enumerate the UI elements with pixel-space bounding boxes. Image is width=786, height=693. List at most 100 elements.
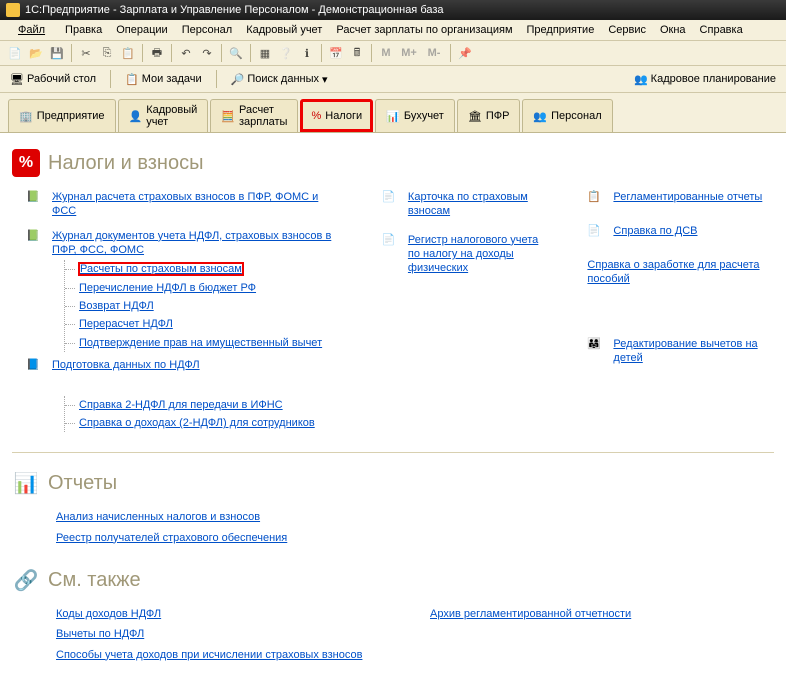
pfr-icon: 🏛 — [468, 110, 482, 123]
abacus-icon: 📊 — [386, 110, 400, 123]
copy-icon[interactable]: ⎘ — [98, 44, 116, 62]
link-ndfl-return[interactable]: Возврат НДФЛ — [79, 300, 154, 312]
menu-service[interactable]: Сервис — [602, 22, 652, 38]
tab-accounting[interactable]: 📊 Бухучет — [375, 99, 455, 132]
tab-personnel[interactable]: 👥 Персонал — [522, 99, 612, 132]
link-reg-reports[interactable]: Регламентированные отчеты — [613, 190, 762, 204]
toolbar: 📄 📂 💾 ✂ ⎘ 📋 🖶 ↶ ↷ 🔍 ▦ ❔ ℹ 📅 🖩 M M+ M- 📌 — [0, 41, 786, 66]
link-ndfl-journal[interactable]: Журнал документов учета НДФЛ, страховых … — [52, 229, 338, 258]
menu-windows[interactable]: Окна — [654, 22, 692, 38]
section-tabs: 🏢 Предприятие 👤Кадровыйучет 🧮 Расчетзарпла… — [0, 93, 786, 133]
doc-icon: 📄 — [587, 224, 607, 244]
building-icon: 🏢 — [19, 110, 33, 123]
grid-icon[interactable]: ▦ — [256, 44, 274, 62]
link-ndfl-prep[interactable]: Подготовка данных по НДФЛ — [52, 358, 200, 372]
section-taxes-title: % Налоги и взносы — [12, 149, 774, 177]
help-icon[interactable]: ❔ — [277, 44, 295, 62]
toolbar-secondary: 🖥 Рабочий стол 📋 Мои задачи 🔎 Поиск данн… — [0, 66, 786, 93]
section-reports-title: 📊 Отчеты — [12, 469, 774, 497]
tab-payroll[interactable]: 🧮 Расчетзарплаты — [210, 99, 298, 132]
search-icon[interactable]: 🔍 — [227, 44, 245, 62]
search-data-icon: 🔎 — [231, 73, 245, 86]
print-icon[interactable]: 🖶 — [148, 44, 166, 62]
save-icon[interactable]: 💾 — [48, 44, 66, 62]
separator — [216, 70, 217, 88]
tab-label: Расчетзарплаты — [239, 104, 287, 128]
cut-icon[interactable]: ✂ — [77, 44, 95, 62]
link-income-methods[interactable]: Способы учета доходов при исчислении стр… — [56, 649, 362, 661]
journal-icon: 📗 — [26, 190, 46, 210]
tab-pfr[interactable]: 🏛ПФР — [457, 99, 521, 132]
new-icon[interactable]: 📄 — [6, 44, 24, 62]
app-logo — [6, 3, 20, 17]
separator — [321, 44, 322, 62]
calc-icon: 🧮 — [221, 110, 235, 123]
link-report-archive[interactable]: Архив регламентированной отчетности — [430, 608, 631, 620]
separator — [250, 44, 251, 62]
menu-help[interactable]: Справка — [694, 22, 749, 38]
dropdown-icon: ▾ — [322, 73, 328, 86]
menu-hr[interactable]: Кадровый учет — [240, 22, 328, 38]
link-2ndfl-employees[interactable]: Справка о доходах (2-НДФЛ) для сотрудник… — [79, 417, 315, 429]
separator — [71, 44, 72, 62]
journal-icon: 📗 — [26, 229, 46, 249]
separator — [110, 70, 111, 88]
tab-taxes[interactable]: %Налоги — [300, 99, 373, 132]
pin-icon[interactable]: 📌 — [456, 44, 474, 62]
section-title-text: Налоги и взносы — [48, 152, 203, 175]
tab-enterprise[interactable]: 🏢 Предприятие — [8, 99, 116, 132]
menu-enterprise[interactable]: Предприятие — [521, 22, 601, 38]
menu-edit[interactable]: Правка — [59, 22, 108, 38]
search-data-button[interactable]: 🔎 Поиск данных ▾ — [227, 71, 332, 88]
link-ndfl-recalc[interactable]: Перерасчет НДФЛ — [79, 318, 173, 330]
link-tax-register[interactable]: Регистр налогового учета по налогу на до… — [408, 233, 544, 276]
redo-icon[interactable]: ↷ — [198, 44, 216, 62]
people-icon: 👥 — [533, 110, 547, 123]
undo-icon[interactable]: ↶ — [177, 44, 195, 62]
memory-mplus[interactable]: M+ — [398, 44, 420, 62]
section-title-text: См. также — [48, 569, 141, 592]
link-child-deductions[interactable]: Редактирование вычетов на детей — [613, 337, 774, 366]
link-ndfl-deductions[interactable]: Вычеты по НДФЛ — [56, 628, 144, 640]
book-icon: 📘 — [26, 358, 46, 378]
tab-label: Персонал — [551, 110, 602, 122]
memory-mminus[interactable]: M- — [423, 44, 445, 62]
link-ndfl-transfer[interactable]: Перечисление НДФЛ в бюджет РФ — [79, 282, 256, 294]
hr-planning-label: Кадровое планирование — [651, 73, 776, 85]
link-income-codes[interactable]: Коды доходов НДФЛ — [56, 608, 161, 620]
info-icon[interactable]: ℹ — [298, 44, 316, 62]
people-icon: 👨‍👩‍👧 — [587, 337, 607, 357]
separator — [221, 44, 222, 62]
section-seealso-title: 🔗 См. также — [12, 566, 774, 594]
desktop-button[interactable]: 🖥 Рабочий стол — [6, 71, 100, 88]
tab-label: Предприятие — [37, 110, 105, 122]
link-insurance-registry[interactable]: Реестр получателей страхового обеспечени… — [56, 532, 287, 544]
calendar-icon[interactable]: 📅 — [327, 44, 345, 62]
hr-planning-icon: 👥 — [634, 73, 648, 86]
open-icon[interactable]: 📂 — [27, 44, 45, 62]
link-property-deduction[interactable]: Подтверждение прав на имущественный выче… — [79, 337, 322, 349]
paste-icon[interactable]: 📋 — [119, 44, 137, 62]
link-insurance-calc[interactable]: Расчеты по страховым взносам — [79, 263, 243, 275]
tab-label: Бухучет — [404, 110, 444, 122]
tasks-icon: 📋 — [125, 73, 139, 86]
link-insurance-journal[interactable]: Журнал расчета страховых взносов в ПФР, … — [52, 190, 338, 219]
tasks-button[interactable]: 📋 Мои задачи — [121, 71, 206, 88]
menu-file[interactable]: Файл — [6, 22, 57, 38]
content-area: % Налоги и взносы 📗 Журнал расчета страх… — [0, 133, 786, 693]
calc-icon[interactable]: 🖩 — [348, 44, 366, 62]
memory-m[interactable]: M — [377, 44, 395, 62]
tasks-label: Мои задачи — [142, 73, 202, 85]
tab-hr[interactable]: 👤Кадровыйучет — [118, 99, 209, 132]
menu-operations[interactable]: Операции — [110, 22, 173, 38]
link-insurance-card[interactable]: Карточка по страховым взносам — [408, 190, 544, 219]
link-2ndfl-ifns[interactable]: Справка 2-НДФЛ для передачи в ИФНС — [79, 399, 283, 411]
link-salary-cert[interactable]: Справка о заработке для расчета пособий — [587, 258, 774, 287]
window-title: 1С:Предприятие - Зарплата и Управление П… — [25, 4, 444, 16]
hr-planning-button[interactable]: 👥 Кадровое планирование — [630, 71, 780, 88]
menu-payroll[interactable]: Расчет зарплаты по организациям — [330, 22, 518, 38]
link-dsv[interactable]: Справка по ДСВ — [613, 224, 697, 238]
link-tax-analysis[interactable]: Анализ начисленных налогов и взносов — [56, 511, 260, 523]
menu-personnel[interactable]: Персонал — [176, 22, 239, 38]
menu-bar: Файл Правка Операции Персонал Кадровый у… — [0, 20, 786, 41]
